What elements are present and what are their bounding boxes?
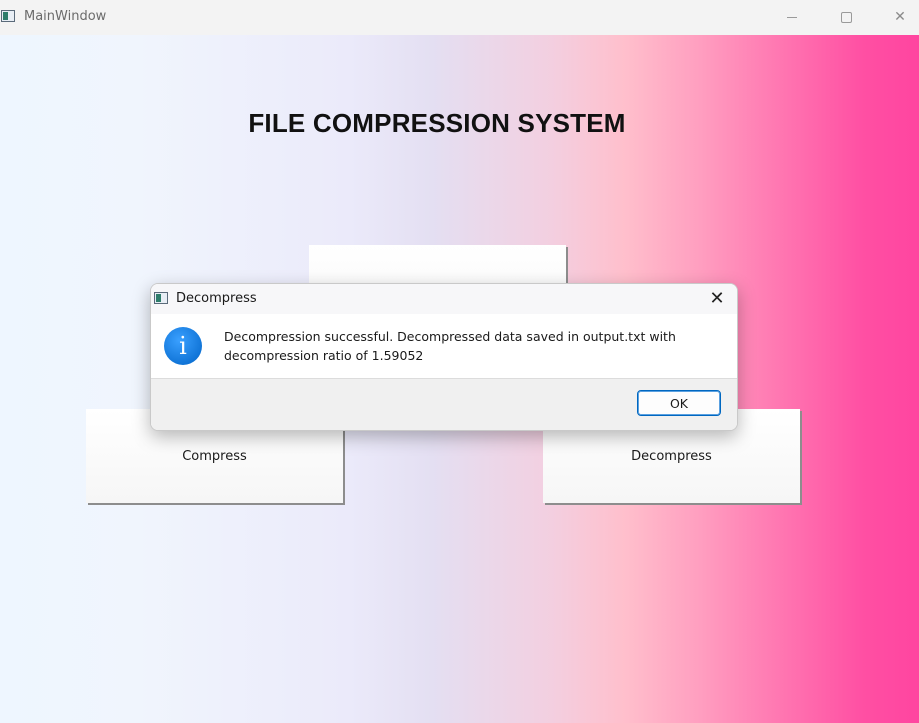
minimize-button[interactable] bbox=[769, 0, 815, 35]
page-title: FILE COMPRESSION SYSTEM bbox=[248, 108, 626, 138]
dialog-close-button[interactable]: ✕ bbox=[705, 287, 729, 311]
dialog-titlebar[interactable]: Decompress ✕ bbox=[151, 284, 737, 314]
main-window-titlebar: MainWindow ✕ bbox=[0, 0, 919, 35]
dialog-message: Decompression successful. Decompressed d… bbox=[224, 329, 676, 363]
main-window-title: MainWindow bbox=[24, 9, 107, 24]
maximize-button[interactable] bbox=[823, 0, 869, 35]
dialog-window-icon bbox=[154, 292, 168, 304]
dialog-footer: OK bbox=[151, 378, 737, 430]
close-button[interactable]: ✕ bbox=[877, 0, 919, 35]
info-icon: i bbox=[164, 327, 202, 365]
minimize-icon bbox=[787, 16, 797, 18]
maximize-icon bbox=[840, 11, 852, 23]
decompress-dialog: Decompress ✕ i Decompression successful.… bbox=[150, 283, 738, 431]
close-icon: ✕ bbox=[709, 288, 725, 309]
ok-button[interactable]: OK bbox=[637, 390, 721, 416]
dialog-body: i Decompression successful. Decompressed… bbox=[151, 314, 737, 378]
dialog-title: Decompress bbox=[176, 291, 257, 306]
app-window-icon bbox=[1, 10, 15, 22]
close-icon: ✕ bbox=[894, 9, 906, 25]
